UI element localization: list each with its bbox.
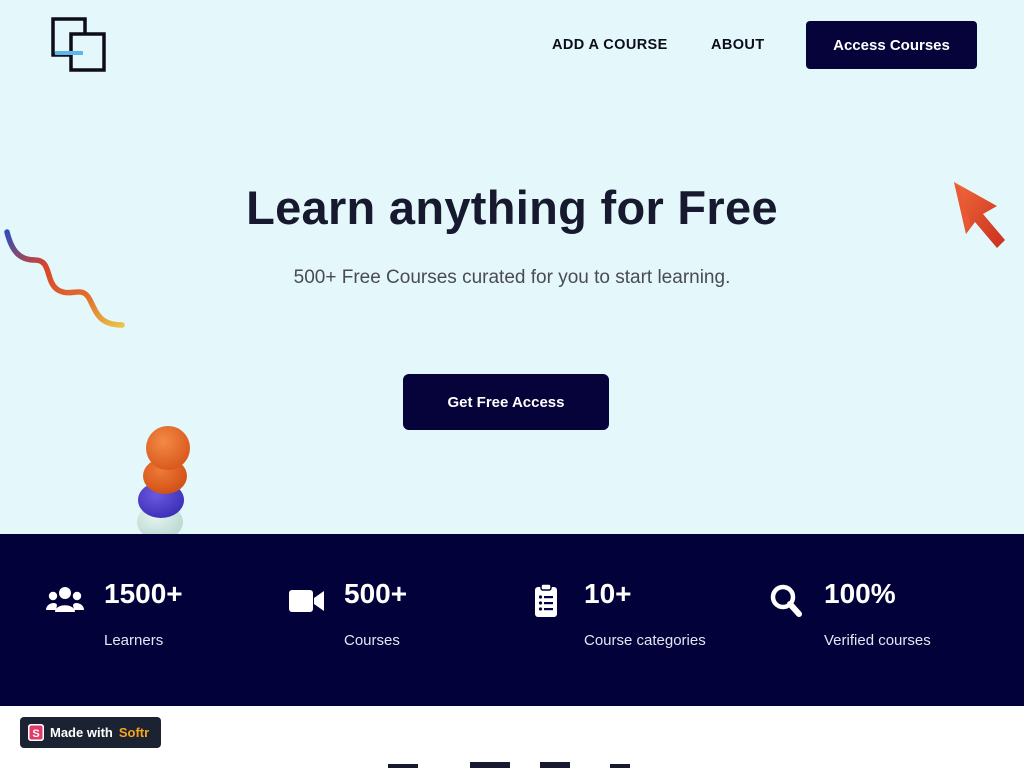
stat-label: Verified courses — [824, 632, 931, 649]
clipboard-list-icon — [535, 584, 557, 617]
site-logo-icon[interactable] — [51, 17, 107, 73]
hero-section: ADD A COURSE ABOUT Access Courses Learn … — [0, 0, 1024, 534]
stat-value: 1500+ — [104, 578, 183, 609]
get-free-access-button[interactable]: Get Free Access — [403, 374, 609, 430]
nav-about[interactable]: ABOUT — [711, 37, 765, 53]
search-icon — [770, 584, 802, 617]
next-section-heading-partial — [388, 762, 630, 768]
users-icon — [46, 587, 84, 612]
badge-prefix: Made with — [50, 725, 113, 740]
cursor-arrow-decoration-icon — [954, 182, 1005, 248]
stat-value: 100% — [824, 578, 896, 609]
video-camera-icon — [289, 590, 324, 612]
stat-value: 10+ — [584, 578, 632, 609]
badge-brand: Softr — [118, 725, 150, 740]
squiggle-decoration-icon — [4, 229, 125, 328]
made-with-softr-badge[interactable]: S Made with Softr — [20, 717, 161, 748]
nav-add-course[interactable]: ADD A COURSE — [552, 37, 668, 53]
spheres-stack-decoration-icon — [137, 426, 190, 534]
hero-subtitle: 500+ Free Courses curated for you to sta… — [293, 267, 731, 288]
softr-logo-icon: S — [28, 724, 44, 741]
access-courses-button[interactable]: Access Courses — [806, 21, 977, 69]
stat-label: Learners — [104, 632, 164, 649]
svg-text:S: S — [32, 728, 39, 740]
stats-section: 1500+ Learners 500+ Courses 10+ Course c… — [0, 534, 1024, 706]
stat-label: Course categories — [584, 632, 706, 649]
stat-value: 500+ — [344, 578, 408, 609]
hero-title: Learn anything for Free — [246, 181, 778, 234]
stat-label: Courses — [344, 632, 400, 649]
